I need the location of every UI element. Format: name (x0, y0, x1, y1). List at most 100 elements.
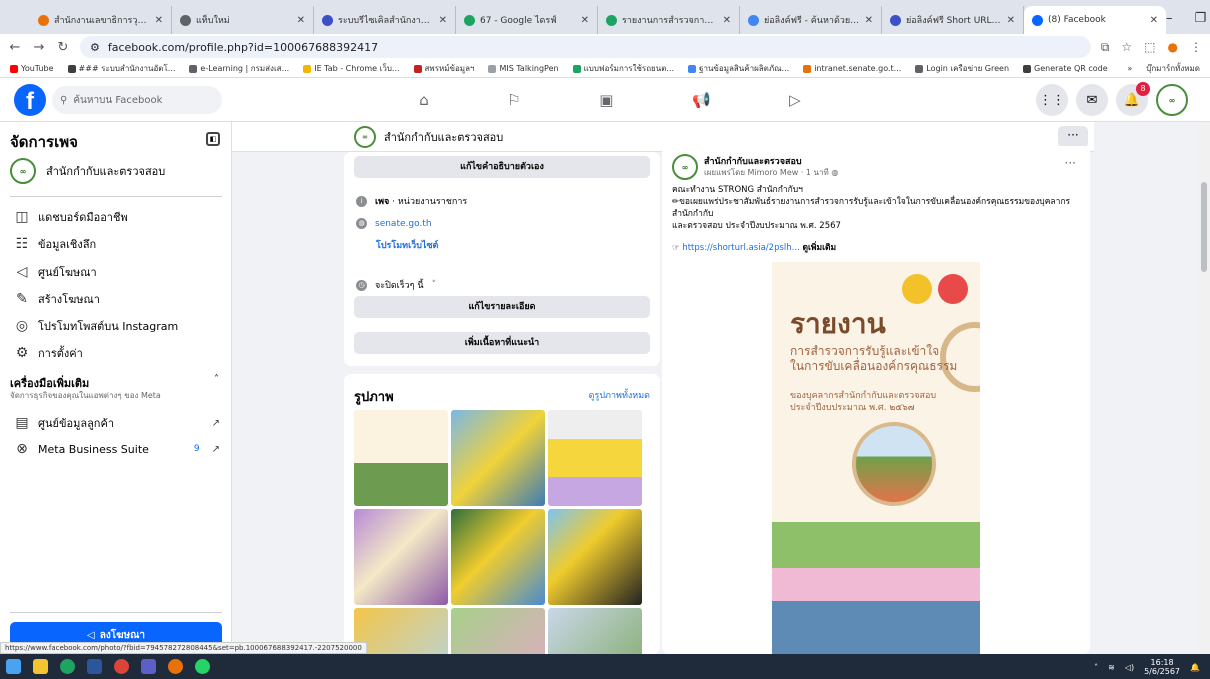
site-info-icon[interactable]: ⚙ (90, 41, 100, 54)
sidebar-item-meta-business-suite[interactable]: ⊗ Meta Business Suite 9 ↗ (14, 441, 220, 457)
tab-close-icon[interactable]: ✕ (439, 15, 447, 26)
promote-website-link[interactable]: โปรโมทเว็บไซต์ (376, 238, 438, 252)
reload-icon[interactable]: ↻ (56, 40, 70, 55)
post-author-avatar[interactable]: ∞ (672, 154, 698, 180)
forward-icon[interactable]: → (32, 40, 46, 55)
windows-start-icon[interactable] (6, 659, 21, 674)
messenger-icon[interactable]: ✉ (1076, 84, 1108, 116)
post-image[interactable]: รายงาน การสำรวจการรับรู้และเข้าใจ ในการขั… (772, 262, 980, 654)
bookmark-item[interactable]: สพรหม์ข้อมูลฯ (413, 62, 474, 75)
photo-thumbnail[interactable] (451, 410, 545, 506)
tab-close-icon[interactable]: ✕ (723, 15, 731, 26)
video-icon[interactable]: ▷ (789, 91, 801, 109)
photo-thumbnail[interactable] (548, 410, 642, 506)
chevron-up-icon[interactable]: ˄ (214, 374, 219, 385)
minimize-icon[interactable]: – (1166, 11, 1173, 26)
add-featured-button[interactable]: เพิ่มเนื้อหาที่แนะนำ (354, 332, 650, 354)
sidebar-item-settings[interactable]: ⚙ การตั้งค่า (14, 344, 220, 362)
browser-tab[interactable]: ระบบรีไซเคิลสำนักงานเลขาธิการ ✕ (314, 6, 456, 34)
menu-grid-icon[interactable]: ⋮⋮ (1036, 84, 1068, 116)
notifications-icon[interactable]: 🔔 8 (1116, 82, 1150, 116)
more-options-icon[interactable]: ··· (1058, 126, 1088, 148)
sidebar-item-professional-dashboard[interactable]: ◫ แดชบอร์ดมืออาชีพ (14, 208, 220, 226)
dashboard-icon[interactable]: ▣ (599, 91, 613, 109)
photo-thumbnail[interactable] (548, 608, 642, 654)
star-icon[interactable]: ☆ (1121, 40, 1132, 55)
browser-tab[interactable]: ย่อลิงค์ฟรี Short URL ภาษาไทย ✕ (882, 6, 1024, 34)
photo-thumbnail[interactable] (451, 509, 545, 605)
tab-close-icon[interactable]: ✕ (297, 15, 305, 26)
bookmark-item[interactable]: intranet.senate.go.t... (803, 62, 901, 75)
browser-tab[interactable]: รายงานการสำรวจการรับรู้ ✕ (598, 6, 740, 34)
chrome-icon[interactable] (114, 659, 129, 674)
photo-thumbnail[interactable] (451, 608, 545, 654)
wifi-icon[interactable]: ≋ (1108, 663, 1115, 672)
flag-icon[interactable]: ⚐ (507, 91, 520, 109)
facebook-logo-icon[interactable]: f (14, 84, 46, 116)
bookmark-item[interactable]: IE Tab - Chrome เว็บ... (303, 62, 400, 75)
bookmark-item[interactable]: e-Learning | กรมส่งเส... (189, 62, 289, 75)
bookmark-item[interactable]: ### ระบบสำนักงานอัตโ... (67, 62, 175, 75)
bookmark-item[interactable]: แบบฟอร์มการใช้รถยนต... (572, 62, 674, 75)
photo-thumbnail[interactable] (354, 410, 448, 506)
see-more-link[interactable]: ดูเพิ่มเติม (802, 243, 836, 253)
sidebar-item-customer-center[interactable]: ▤ ศูนย์ข้อมูลลูกค้า ↗ (14, 414, 220, 432)
page-scrollbar[interactable] (1198, 122, 1210, 654)
notification-bell-icon[interactable]: 🔔 (1190, 663, 1200, 672)
edit-details-button[interactable]: แก้ไขรายละเอียด (354, 296, 650, 318)
tab-close-icon[interactable]: ✕ (581, 15, 589, 26)
hours-row[interactable]: ◷ จะปิดเร็วๆ นี้ ˅ (356, 278, 436, 292)
post-more-icon[interactable]: ··· (1065, 156, 1076, 170)
tab-close-icon[interactable]: ✕ (1007, 15, 1015, 26)
account-avatar[interactable]: ∞ (1156, 84, 1188, 116)
restore-icon[interactable]: ❐ (1195, 11, 1207, 26)
tab-close-icon[interactable]: ✕ (1150, 15, 1158, 26)
facebook-search[interactable]: ⚲ ค้นหาบน Facebook (52, 86, 222, 114)
sidebar-item-create-ads[interactable]: ✎ สร้างโฆษณา (14, 290, 220, 308)
tab-close-icon[interactable]: ✕ (155, 15, 163, 26)
cast-icon[interactable]: ⧉ (1101, 40, 1110, 55)
all-bookmarks-folder[interactable]: บุ๊กมาร์กทั้งหมด (1146, 62, 1200, 75)
browser-tab[interactable]: ย่อลิงค์ฟรี - ค้นหาด้วย Google ✕ (740, 6, 882, 34)
url-field[interactable]: ⚙ facebook.com/profile.php?id=1000676883… (80, 36, 1091, 58)
bookmark-item[interactable]: Login เครือข่าย Green (915, 62, 1009, 75)
sidebar-item-instagram[interactable]: ◎ โปรโมทโพสต์บน Instagram (14, 317, 220, 335)
edge-icon[interactable] (60, 659, 75, 674)
browser-tab[interactable]: (8) Facebook ✕ (1024, 6, 1166, 34)
teams-icon[interactable] (141, 659, 156, 674)
website-link[interactable]: senate.go.th (375, 219, 432, 229)
browser-tab[interactable]: สำนักงานเลขาธิการวุฒิสภา ✕ (30, 6, 172, 34)
sidebar-item-ad-center[interactable]: ◁ ศูนย์โฆษณา (14, 263, 220, 281)
clock[interactable]: 16:18 5/6/2567 (1144, 658, 1180, 676)
chevron-up-icon[interactable]: ˄ (1094, 663, 1098, 672)
sidebar-page-profile[interactable]: ∞ สำนักกำกับและตรวจสอบ (10, 158, 165, 184)
back-icon[interactable]: ← (8, 40, 22, 55)
profile-icon[interactable]: ● (1168, 40, 1178, 55)
scrollbar-thumb[interactable] (1201, 182, 1207, 272)
browser-tab[interactable]: 67 - Google ไดรฟ์ ✕ (456, 6, 598, 34)
photo-thumbnail[interactable] (548, 509, 642, 605)
home-icon[interactable]: ⌂ (419, 91, 429, 109)
photo-thumbnail[interactable] (354, 509, 448, 605)
megaphone-icon[interactable]: 📢 (692, 91, 711, 109)
bookmark-item[interactable]: YouTube (10, 62, 54, 75)
collapse-sidebar-icon[interactable]: ◧ (206, 132, 220, 146)
line-icon[interactable] (195, 659, 210, 674)
sidebar-item-insights[interactable]: ☷ ข้อมูลเชิงลึก (14, 235, 220, 253)
bookmark-item[interactable]: MIS TalkingPen (488, 62, 559, 75)
menu-icon[interactable]: ⋮ (1190, 40, 1202, 55)
post-link[interactable]: https://shorturl.asia/2pslh... (682, 243, 799, 253)
browser-tab[interactable]: แท็บใหม่ ✕ (172, 6, 314, 34)
photo-thumbnail[interactable] (354, 608, 448, 654)
edit-bio-button[interactable]: แก้ไขคำอธิบายตัวเอง (354, 156, 650, 178)
bookmarks-overflow-icon[interactable]: » (1127, 64, 1132, 73)
extensions-icon[interactable]: ⬚ (1144, 40, 1155, 55)
chrome-profile-icon[interactable] (168, 659, 183, 674)
file-explorer-icon[interactable] (33, 659, 48, 674)
word-icon[interactable] (87, 659, 102, 674)
bookmark-item[interactable]: Generate QR code (1023, 62, 1108, 75)
bookmark-item[interactable]: ฐานข้อมูลสินค้าผลิตภัณ... (688, 62, 789, 75)
volume-icon[interactable]: ◁) (1125, 663, 1134, 672)
see-all-photos-link[interactable]: ดูรูปภาพทั้งหมด (589, 388, 650, 402)
tab-close-icon[interactable]: ✕ (865, 15, 873, 26)
